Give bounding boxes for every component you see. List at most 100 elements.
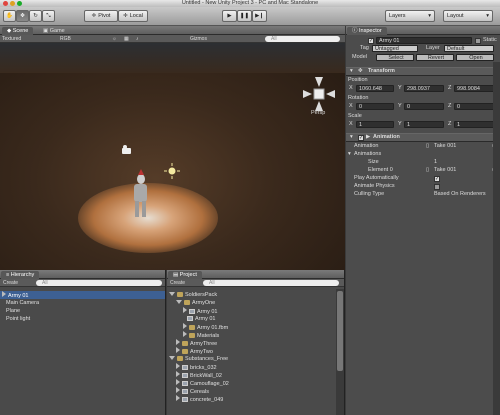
layers-dropdown[interactable]: Layers ▾ [385,10,435,22]
scene-search-input[interactable]: All [265,36,340,42]
project-search-input[interactable]: All [203,280,339,286]
scene-lighting-toggle[interactable]: ☼ [112,36,117,42]
project-item[interactable]: SoldiersPack [167,291,217,299]
scene-viewport[interactable]: Persp [0,43,345,270]
project-item[interactable]: bricks_032 [167,363,217,371]
project-item[interactable]: Army 01 [167,315,215,323]
project-create-dropdown[interactable]: Create [170,280,185,286]
scene-audio-toggle[interactable]: ♪ [136,36,139,42]
tab-inspector[interactable]: ⓘ Inspector [347,27,387,35]
rotation-y-field[interactable]: 0 [404,103,444,110]
animation-value[interactable]: Take 001 [434,143,456,150]
object-active-checkbox[interactable]: ✓ [368,38,374,44]
minimize-window-button[interactable] [10,1,15,6]
project-item[interactable]: ArmyThree [167,339,217,347]
object-name-field[interactable]: Army 01 [376,37,472,44]
play-button[interactable]: ▶ [222,10,237,22]
pivot-toggle[interactable]: ✛ Pivot [84,10,118,22]
game-tab-icon: ▣ [43,28,50,34]
tab-hierarchy[interactable]: ≡ Hierarchy [1,271,40,279]
render-mode-dropdown[interactable]: Textured [2,36,21,42]
close-window-button[interactable] [3,1,8,6]
project-panel: ▤ Project Create All SoldiersPack ArmyOn… [167,270,345,415]
scene-fx-toggle[interactable]: ▦ [124,36,129,42]
pause-button[interactable]: ❚❚ [237,10,252,22]
window-title: Untitled - New Unity Project 3 - PC and … [181,0,319,6]
animations-foldout-arrow-icon[interactable]: ▾ [348,151,351,158]
scale-tool-button[interactable]: ⤡ [42,10,55,22]
project-control-bar: Create All [167,279,344,287]
local-toggle[interactable]: ✛ Local [118,10,148,22]
animate-physics-label: Animate Physics [354,183,395,189]
step-button[interactable]: ▶❙ [252,10,267,22]
project-item[interactable]: Cereals [167,387,209,395]
animation-enabled-checkbox[interactable]: ✓ [358,135,364,141]
chevron-down-icon: ▾ [486,13,489,19]
scale-y-field[interactable]: 1 [404,121,444,128]
layer-dropdown[interactable]: Default [444,45,494,52]
light-gizmo-icon[interactable] [164,163,180,179]
rotation-y-label: Y [398,103,402,109]
orientation-gizmo-icon[interactable] [303,77,335,111]
animate-physics-checkbox[interactable] [434,184,440,190]
project-scrollbar[interactable] [336,289,344,415]
project-item[interactable]: Substances_Free [167,355,228,363]
zoom-window-button[interactable] [17,1,22,6]
layout-dropdown[interactable]: Layout ▾ [443,10,493,22]
scale-icon: ⤡ [46,12,51,19]
color-mode-dropdown[interactable]: RGB [60,36,71,42]
inspector-scrollbar[interactable] [493,62,500,415]
tab-scene[interactable]: ◆ Scene [2,27,34,35]
scale-z-field[interactable]: 1 [454,121,496,128]
hand-tool-button[interactable]: ✋ [3,10,16,22]
hierarchy-create-dropdown[interactable]: Create [3,280,18,286]
transform-header[interactable]: ▾ ✥ Transform [346,67,500,76]
scale-z-label: Z [448,121,452,127]
project-item[interactable]: ArmyTwo [167,347,213,355]
clip-icon: ▯ [426,143,430,149]
hierarchy-search-input[interactable]: All [36,280,162,286]
animation-label: Animation [354,143,379,149]
hierarchy-item[interactable]: Point light [0,315,30,323]
play-automatically-checkbox[interactable]: ✓ [434,176,440,182]
model-select-button[interactable]: Select [376,54,414,61]
project-item[interactable]: ArmyOne [167,299,215,307]
scene-panel: ◆ Scene ▣ Game Textured RGB ☼ ▦ ♪ Gizmos… [0,26,345,270]
element-0-value[interactable]: Take 001 [434,167,456,174]
project-item[interactable]: Materials [167,331,219,339]
animation-header[interactable]: ▾ ✓ ▶ Animation [346,133,500,142]
rotation-x-field[interactable]: 0 [356,103,394,110]
position-z-field[interactable]: 998.9084 [454,85,496,92]
folder-icon [182,349,188,354]
tab-game[interactable]: ▣ Game [38,27,70,35]
size-value[interactable]: 1 [434,159,437,166]
project-item[interactable]: Army 01.fbm [167,323,228,331]
tag-dropdown[interactable]: Untagged [372,45,418,52]
hierarchy-item[interactable]: Army 01 [0,291,165,299]
hierarchy-item[interactable]: Plane [0,307,20,315]
project-item-label: Substances_Free [185,356,229,362]
tab-project[interactable]: ▤ Project [168,271,202,279]
project-item[interactable]: Camouflage_02 [167,379,229,387]
position-x-field[interactable]: 1060.648 [356,85,394,92]
model-revert-button[interactable]: Revert [416,54,454,61]
project-item[interactable]: Army 01 [167,307,217,315]
static-checkbox[interactable] [475,38,481,44]
model-open-button[interactable]: Open [456,54,494,61]
move-tool-button[interactable]: ✥ [16,10,29,22]
expand-arrow-icon[interactable] [2,291,6,297]
gizmos-dropdown[interactable]: Gizmos [190,36,207,42]
scale-y-label: Y [398,121,402,127]
rotation-z-field[interactable]: 0 [454,103,496,110]
culling-type-dropdown[interactable]: Based On Renderers [434,191,486,198]
camera-gizmo-icon[interactable] [122,145,131,154]
project-item[interactable]: concrete_049 [167,395,223,403]
soldier-model[interactable] [134,169,147,217]
scale-x-field[interactable]: 1 [356,121,394,128]
project-scroll-thumb[interactable] [337,291,343,371]
substance-icon [182,381,188,386]
position-y-field[interactable]: 298.0937 [404,85,444,92]
hierarchy-item[interactable]: Main Camera [0,299,39,307]
rotate-tool-button[interactable]: ↻ [29,10,42,22]
project-item[interactable]: BrickWall_02 [167,371,222,379]
